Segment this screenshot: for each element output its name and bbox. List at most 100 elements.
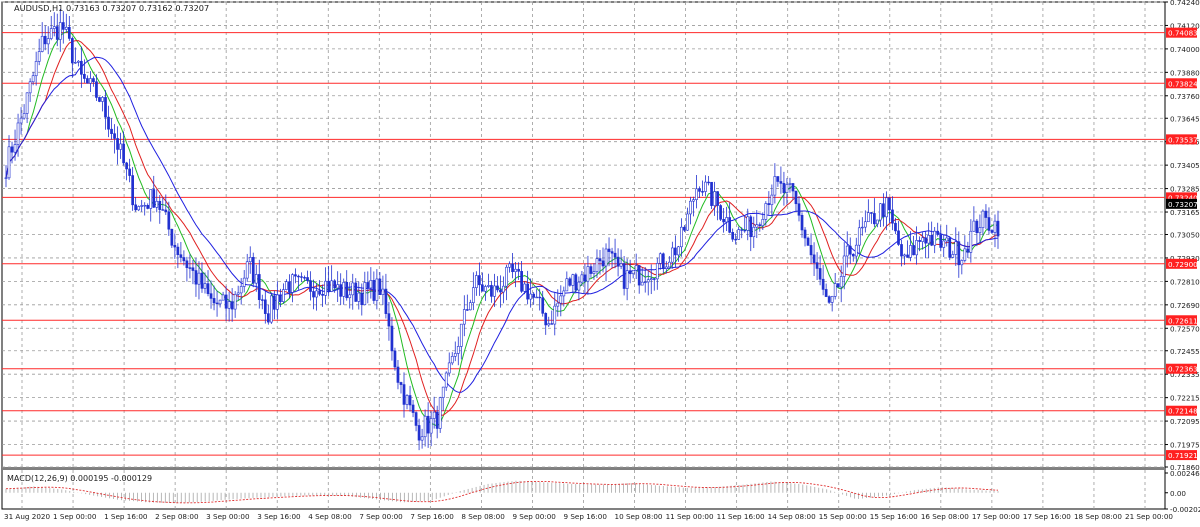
candle-body: [484, 286, 487, 292]
candle-body: [761, 219, 765, 226]
candle-body: [936, 230, 940, 235]
candle-body: [806, 237, 810, 246]
candle-body: [598, 258, 602, 262]
candle-body: [592, 271, 596, 274]
candle-body: [273, 295, 276, 310]
x-tick-label: 15 Sep 16:00: [870, 512, 918, 521]
candle-body: [185, 260, 189, 269]
candle-body: [242, 277, 246, 287]
candle-body: [547, 323, 551, 326]
y-tick-label: 0.73405: [1170, 161, 1200, 170]
candle-body: [387, 313, 391, 327]
candle-body: [770, 194, 774, 206]
candle-body: [95, 81, 98, 98]
candle-body: [888, 197, 891, 211]
candle-body: [375, 278, 379, 301]
candle-body: [248, 257, 252, 263]
candle-body: [803, 229, 807, 239]
candle-body: [532, 293, 536, 298]
candle-body: [447, 362, 451, 374]
candle-body: [637, 265, 641, 286]
x-tick-label: 11 Sep 16:00: [717, 512, 765, 521]
y-tick-label: 0.72690: [1170, 301, 1200, 310]
candle-body: [743, 229, 747, 232]
candle-body: [399, 382, 403, 385]
candle-body: [303, 277, 306, 279]
candle-body: [113, 133, 116, 139]
candle-body: [468, 302, 472, 311]
y-tick-label: 0.73760: [1170, 92, 1200, 101]
candle-body: [583, 274, 587, 282]
candle-body: [993, 220, 997, 233]
candle-body: [239, 286, 243, 294]
candle-body: [266, 313, 270, 323]
candle-body: [348, 294, 352, 299]
candle-body: [31, 75, 35, 83]
candle-body: [664, 266, 668, 270]
candle-body: [345, 281, 349, 299]
candle-body: [369, 280, 373, 289]
y-tick-label: 0.72570: [1170, 324, 1200, 333]
candle-body: [975, 220, 979, 234]
candle-body: [312, 291, 315, 298]
level-label: 0.73537: [1168, 135, 1198, 144]
candle-body: [58, 22, 62, 40]
candle-body: [719, 205, 722, 220]
candle-body: [553, 305, 557, 325]
candle-body: [514, 268, 517, 273]
candle-body: [860, 226, 864, 229]
candle-body: [67, 26, 71, 39]
y-tick-label: 0.73880: [1170, 68, 1200, 77]
candle-body: [652, 278, 656, 280]
candle-body: [731, 232, 735, 240]
x-tick-label: 1 Sep 16:00: [104, 512, 148, 521]
candle-body: [984, 210, 988, 218]
candle-body: [716, 191, 719, 206]
y-tick-label: 0.72215: [1170, 394, 1200, 403]
candle-body: [52, 26, 56, 29]
candle-body: [882, 203, 885, 218]
candle-body: [209, 293, 213, 299]
candle-body: [393, 350, 397, 368]
candle-body: [339, 284, 343, 297]
candle-body: [444, 372, 448, 388]
candle-body: [327, 280, 330, 292]
candle-body: [22, 113, 26, 119]
candle-body: [972, 220, 976, 232]
candle-body: [776, 176, 780, 182]
candle-body: [191, 267, 195, 271]
candle-body: [309, 280, 312, 292]
candle-body: [7, 146, 11, 179]
candle-body: [640, 281, 644, 286]
candle-body: [46, 38, 50, 45]
candle-body: [927, 234, 931, 244]
candle-body: [282, 289, 285, 302]
candle-body: [155, 200, 159, 208]
macd-label: MACD(12,26,9) 0.000195 -0.000129: [7, 474, 152, 483]
candle-body: [562, 290, 566, 297]
candle-body: [13, 144, 17, 153]
candle-body: [755, 224, 759, 228]
candle-body: [402, 384, 406, 405]
price-chart-svg[interactable]: 31 Aug 2020 1 Sep 00:00 1 Sep 16:00 2 Sep 0…: [0, 0, 1200, 523]
candle-body: [571, 274, 575, 286]
candle-body: [224, 294, 228, 309]
candle-body: [366, 282, 370, 289]
candle-body: [535, 296, 539, 299]
candle-body: [182, 257, 186, 262]
candle-body: [701, 191, 704, 193]
candle-body: [954, 241, 958, 255]
x-tick-label: 7 Sep 16:00: [410, 512, 454, 521]
candle-body: [616, 256, 620, 267]
candle-body: [692, 199, 695, 202]
candle-body: [89, 78, 92, 84]
candle-body: [215, 302, 219, 305]
candle-body: [34, 61, 38, 77]
candle-body: [487, 285, 490, 287]
candle-body: [866, 212, 870, 223]
y-tick-label: 0.72095: [1170, 417, 1200, 426]
candle-body: [423, 415, 427, 438]
candle-body: [300, 276, 303, 278]
candle-body: [779, 181, 783, 184]
pane-separator: [2, 467, 1165, 470]
